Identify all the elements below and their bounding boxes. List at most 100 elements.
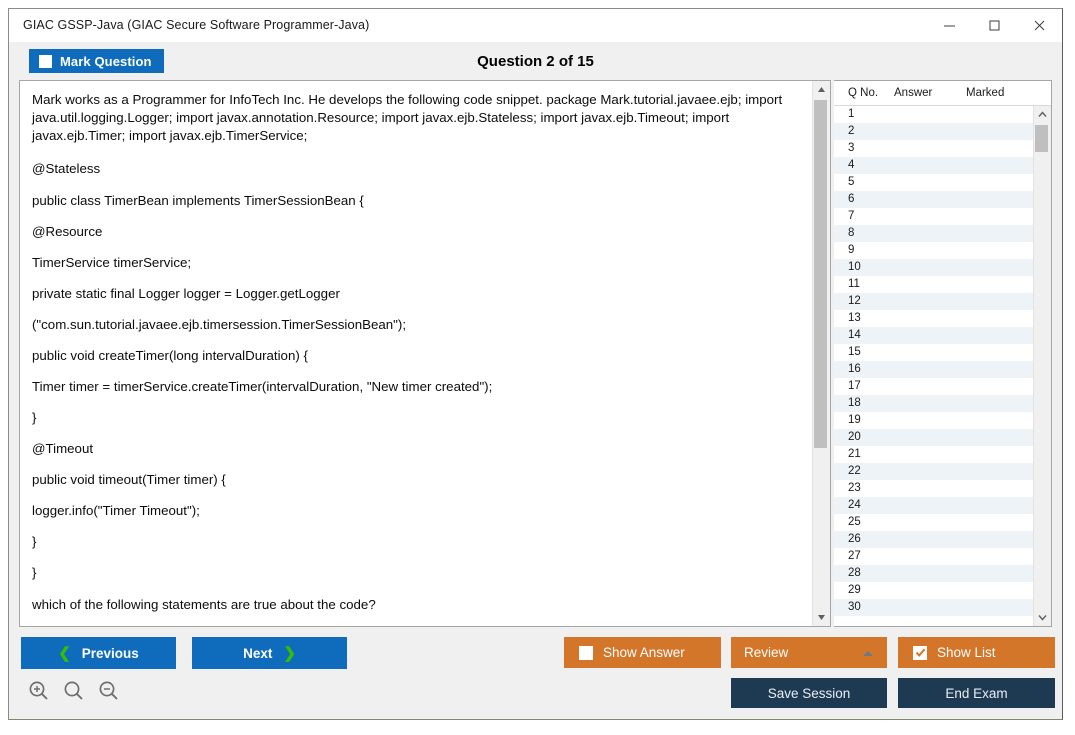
- list-scroll-track[interactable]: [1034, 123, 1051, 609]
- table-row[interactable]: 4: [834, 157, 1033, 174]
- end-exam-button[interactable]: End Exam: [898, 678, 1055, 708]
- table-row[interactable]: 6: [834, 191, 1033, 208]
- code-line: }: [32, 533, 800, 551]
- previous-label: Previous: [82, 646, 139, 661]
- scroll-up-icon[interactable]: [813, 81, 830, 98]
- cell-marked: [966, 582, 1033, 599]
- table-row[interactable]: 10: [834, 259, 1033, 276]
- table-row[interactable]: 22: [834, 463, 1033, 480]
- table-row[interactable]: 25: [834, 514, 1033, 531]
- cell-answer: [894, 225, 966, 242]
- cell-marked: [966, 293, 1033, 310]
- table-row[interactable]: 19: [834, 412, 1033, 429]
- code-line: @Timeout: [32, 440, 800, 458]
- cell-question-number: 16: [834, 361, 894, 378]
- cell-question-number: 18: [834, 395, 894, 412]
- table-row[interactable]: 21: [834, 446, 1033, 463]
- code-line: Timer timer = timerService.createTimer(i…: [32, 378, 800, 396]
- cell-answer: [894, 599, 966, 616]
- table-row[interactable]: 16: [834, 361, 1033, 378]
- cell-question-number: 30: [834, 599, 894, 616]
- cell-answer: [894, 123, 966, 140]
- table-row[interactable]: 7: [834, 208, 1033, 225]
- cell-answer: [894, 293, 966, 310]
- show-answer-checkbox-icon[interactable]: [579, 646, 593, 660]
- cell-marked: [966, 361, 1033, 378]
- question-scroll-track[interactable]: [813, 98, 830, 609]
- show-list-checkbox-icon[interactable]: [913, 646, 927, 660]
- table-row[interactable]: 30: [834, 599, 1033, 616]
- table-row[interactable]: 1: [834, 106, 1033, 123]
- previous-button[interactable]: ❮ Previous: [21, 637, 176, 669]
- cell-marked: [966, 106, 1033, 123]
- cell-question-number: 22: [834, 463, 894, 480]
- cell-marked: [966, 531, 1033, 548]
- cell-question-number: 27: [834, 548, 894, 565]
- end-exam-label: End Exam: [945, 686, 1007, 701]
- scroll-down-icon[interactable]: [813, 609, 830, 626]
- cell-marked: [966, 140, 1033, 157]
- show-list-label: Show List: [937, 645, 996, 660]
- question-header-bar: Mark Question Question 2 of 15: [9, 42, 1062, 80]
- table-row[interactable]: 11: [834, 276, 1033, 293]
- cell-marked: [966, 565, 1033, 582]
- table-row[interactable]: 2: [834, 123, 1033, 140]
- cell-question-number: 4: [834, 157, 894, 174]
- mark-question-button[interactable]: Mark Question: [29, 49, 164, 73]
- table-row[interactable]: 26: [834, 531, 1033, 548]
- table-row[interactable]: 5: [834, 174, 1033, 191]
- question-prompt: which of the following statements are tr…: [32, 596, 800, 614]
- cell-question-number: 26: [834, 531, 894, 548]
- zoom-in-icon[interactable]: [27, 679, 51, 703]
- cell-marked: [966, 497, 1033, 514]
- mark-question-checkbox-icon[interactable]: [39, 55, 52, 68]
- table-row[interactable]: 8: [834, 225, 1033, 242]
- table-row[interactable]: 14: [834, 327, 1033, 344]
- cell-marked: [966, 310, 1033, 327]
- cell-answer: [894, 480, 966, 497]
- next-button[interactable]: Next ❯: [192, 637, 347, 669]
- cell-marked: [966, 344, 1033, 361]
- table-row[interactable]: 24: [834, 497, 1033, 514]
- question-scrollbar[interactable]: [812, 81, 830, 626]
- zoom-reset-icon[interactable]: [62, 679, 86, 703]
- footer-toolbar: ❮ Previous Next ❯ Show Answer Review: [9, 627, 1062, 719]
- question-list-scrollbar[interactable]: [1033, 106, 1051, 626]
- cell-answer: [894, 310, 966, 327]
- cell-answer: [894, 327, 966, 344]
- table-row[interactable]: 12: [834, 293, 1033, 310]
- maximize-button[interactable]: [972, 9, 1017, 41]
- list-scroll-down-icon[interactable]: [1034, 609, 1051, 626]
- table-row[interactable]: 13: [834, 310, 1033, 327]
- list-scroll-thumb[interactable]: [1035, 125, 1048, 152]
- table-row[interactable]: 17: [834, 378, 1033, 395]
- question-list-panel: Q No. Answer Marked 12345678910111213141…: [834, 80, 1052, 627]
- table-row[interactable]: 15: [834, 344, 1033, 361]
- cell-marked: [966, 157, 1033, 174]
- save-session-button[interactable]: Save Session: [731, 678, 887, 708]
- review-label: Review: [744, 645, 788, 660]
- question-scroll-thumb[interactable]: [814, 100, 827, 448]
- cell-marked: [966, 191, 1033, 208]
- table-row[interactable]: 27: [834, 548, 1033, 565]
- cell-question-number: 7: [834, 208, 894, 225]
- minimize-button[interactable]: [927, 9, 972, 41]
- table-row[interactable]: 20: [834, 429, 1033, 446]
- show-list-button[interactable]: Show List: [898, 637, 1055, 668]
- close-button[interactable]: [1017, 9, 1062, 41]
- table-row[interactable]: 9: [834, 242, 1033, 259]
- cell-answer: [894, 446, 966, 463]
- table-row[interactable]: 29: [834, 582, 1033, 599]
- code-line: ("com.sun.tutorial.javaee.ejb.timersessi…: [32, 316, 800, 334]
- review-dropdown[interactable]: Review: [731, 637, 887, 668]
- table-row[interactable]: 3: [834, 140, 1033, 157]
- next-label: Next: [243, 646, 272, 661]
- zoom-out-icon[interactable]: [97, 679, 121, 703]
- table-row[interactable]: 18: [834, 395, 1033, 412]
- table-row[interactable]: 28: [834, 565, 1033, 582]
- list-scroll-up-icon[interactable]: [1034, 106, 1051, 123]
- show-answer-button[interactable]: Show Answer: [564, 637, 721, 668]
- cell-answer: [894, 191, 966, 208]
- cell-marked: [966, 480, 1033, 497]
- table-row[interactable]: 23: [834, 480, 1033, 497]
